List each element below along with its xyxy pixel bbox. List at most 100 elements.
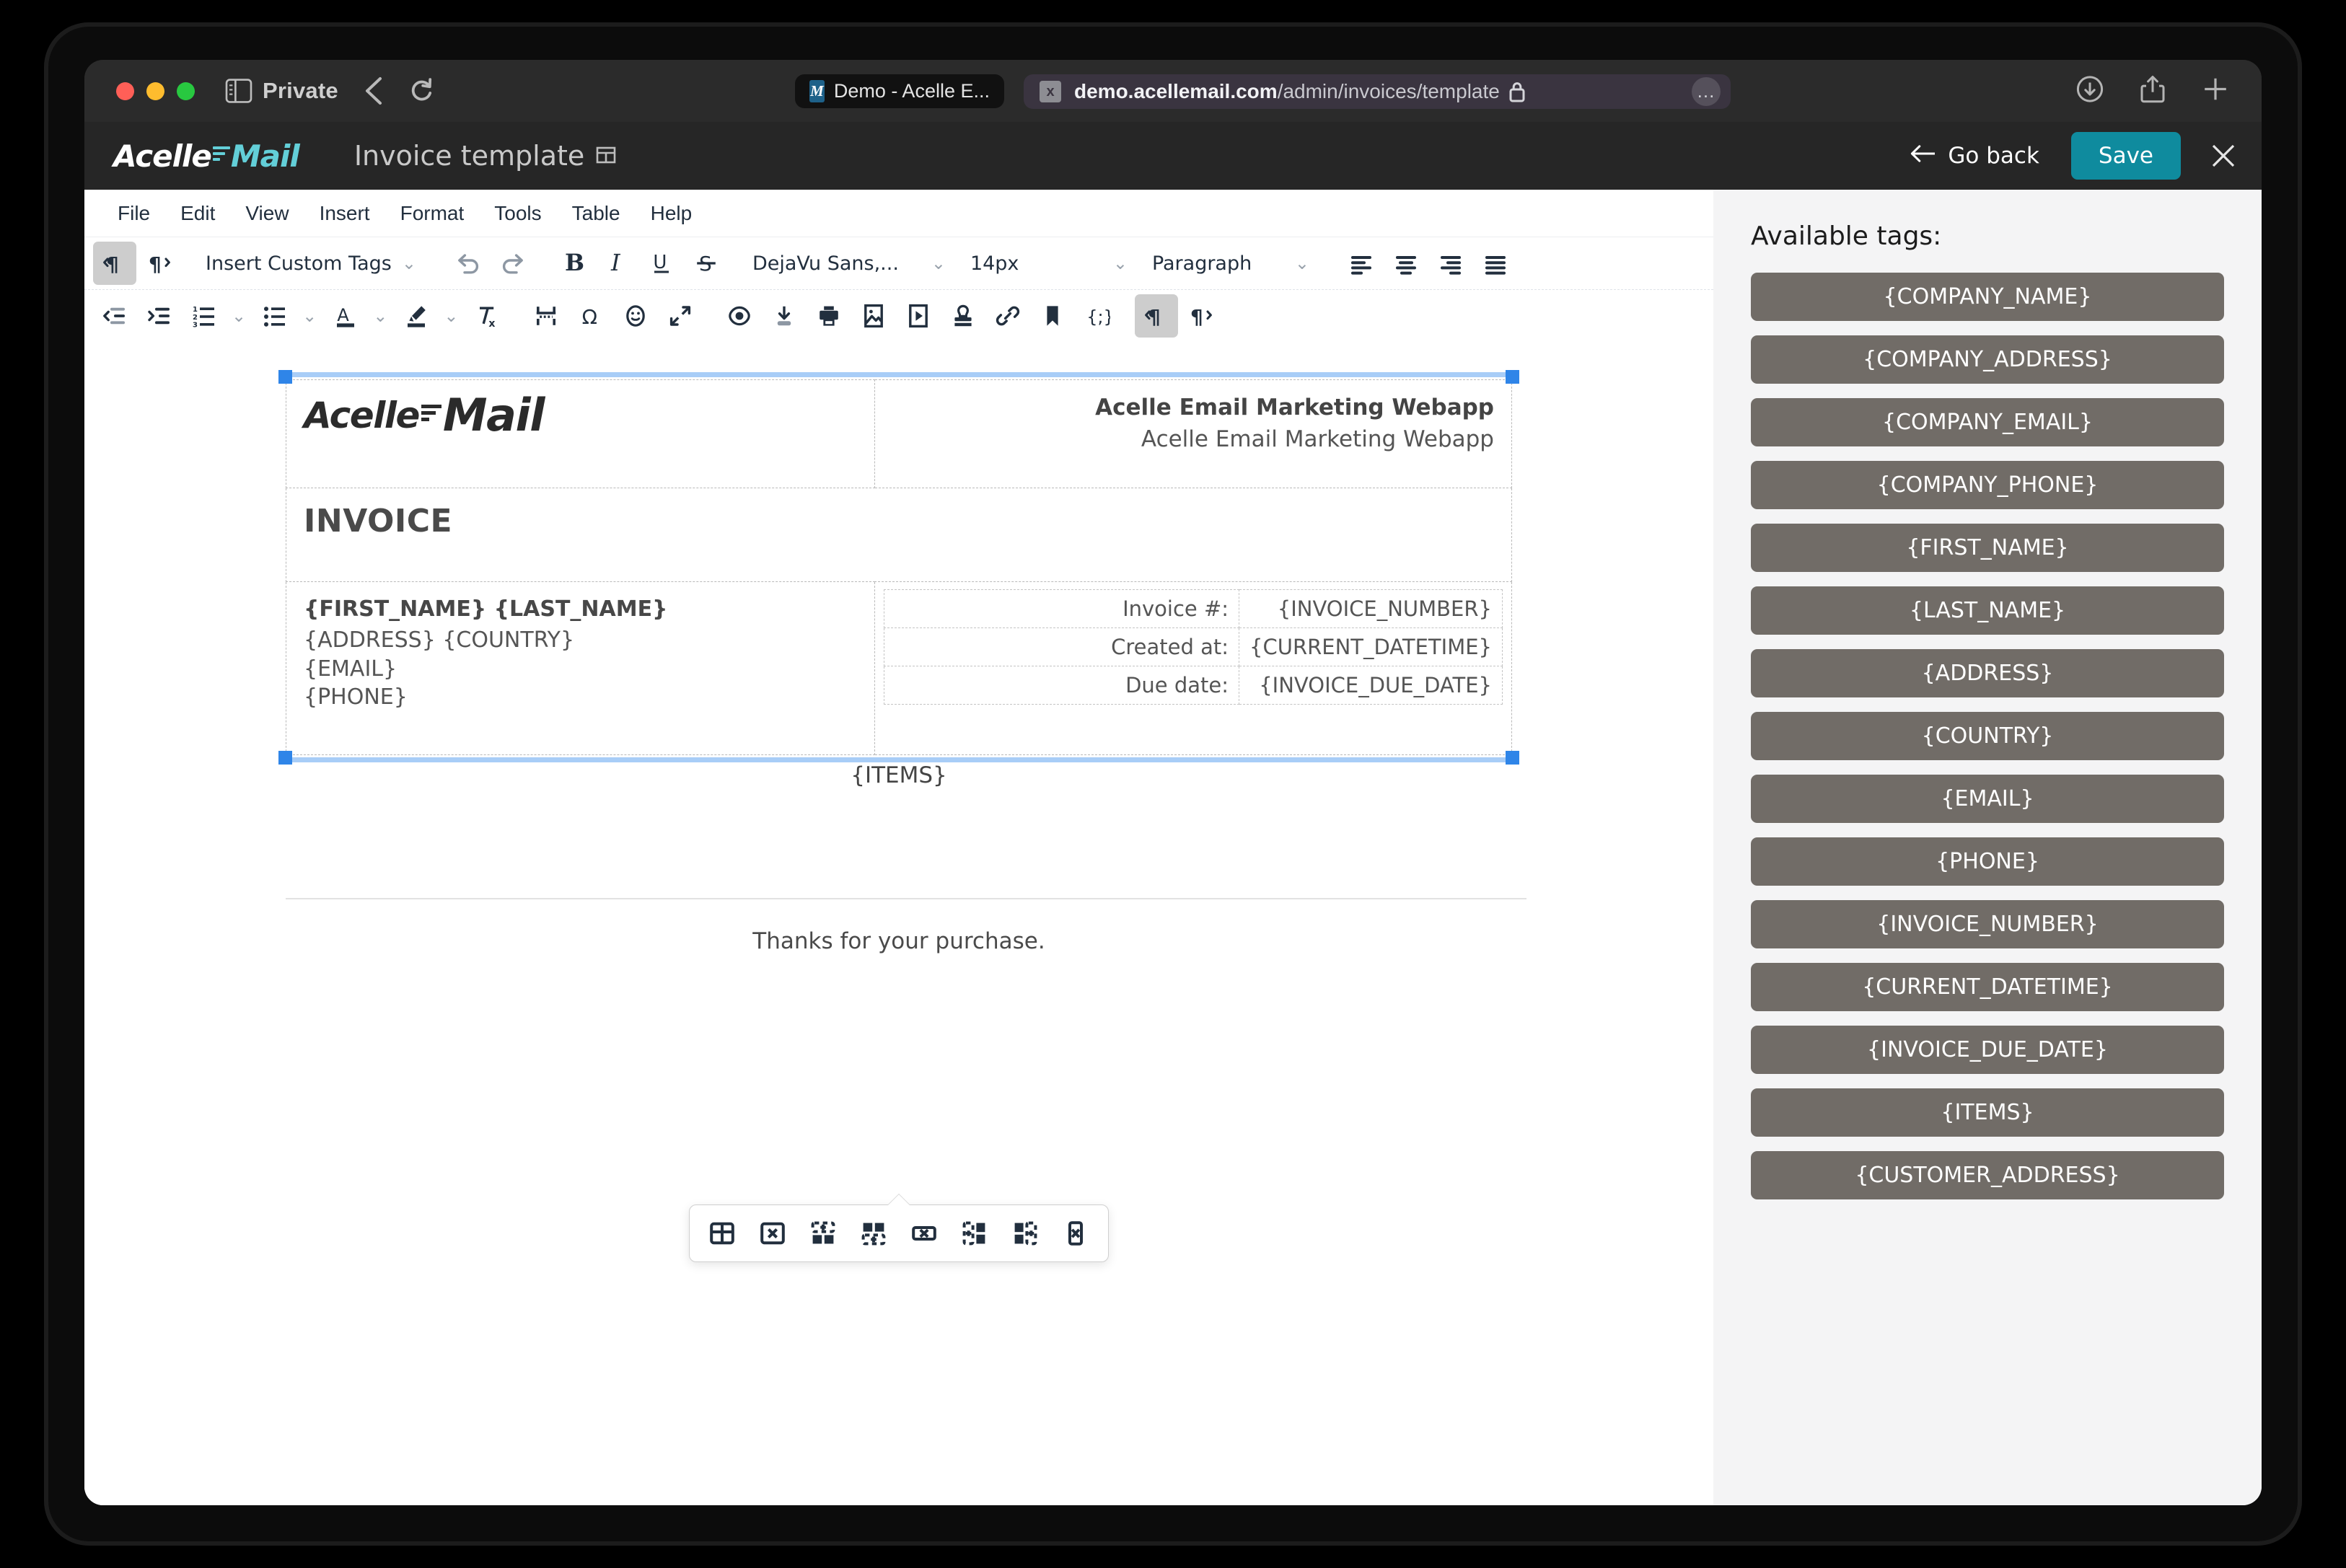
tag-items[interactable]: {ITEMS} — [1751, 1088, 2224, 1137]
highlight-color-icon[interactable] — [395, 294, 438, 338]
bullet-list-split[interactable]: ⌄ — [253, 294, 322, 338]
logo-cell[interactable]: Acelle Mail — [286, 379, 875, 488]
outdent-icon[interactable] — [93, 294, 136, 338]
insert-row-before-icon[interactable] — [801, 1212, 845, 1254]
go-back-button[interactable]: Go back — [1910, 143, 2039, 169]
tag-country[interactable]: {COUNTRY} — [1751, 712, 2224, 760]
tag-company-name[interactable]: {COMPANY_NAME} — [1751, 273, 2224, 321]
block-format-dropdown[interactable]: Paragraph ⌄ — [1143, 242, 1324, 285]
page-menu-icon[interactable]: … — [1692, 77, 1721, 106]
browser-tab[interactable]: M Demo - Acelle E... — [795, 74, 1004, 108]
undo-icon[interactable] — [447, 242, 490, 285]
window-controls[interactable] — [116, 82, 195, 100]
text-color-icon[interactable]: A — [324, 294, 367, 338]
clear-formatting-icon[interactable]: x — [465, 294, 509, 338]
font-family-dropdown[interactable]: DejaVu Sans,... ⌄ — [744, 242, 960, 285]
font-size-dropdown[interactable]: 14px ⌄ — [962, 242, 1142, 285]
save-download-icon[interactable] — [763, 294, 806, 338]
tag-invoice-number[interactable]: {INVOICE_NUMBER} — [1751, 900, 2224, 948]
menu-edit[interactable]: Edit — [166, 196, 229, 231]
menu-insert[interactable]: Insert — [305, 196, 385, 231]
menu-format[interactable]: Format — [386, 196, 479, 231]
chevron-down-icon[interactable]: ⌄ — [438, 306, 464, 327]
close-window-button[interactable] — [116, 82, 134, 100]
rtl-paragraph-icon[interactable]: ¶ — [138, 242, 181, 285]
ltr-paragraph-icon[interactable]: ¶ — [1135, 294, 1179, 338]
menu-tools[interactable]: Tools — [480, 196, 555, 231]
close-editor-icon[interactable] — [2210, 142, 2237, 169]
tag-phone[interactable]: {PHONE} — [1751, 837, 2224, 886]
insert-custom-tags-dropdown[interactable]: Insert Custom Tags ⌄ — [197, 242, 431, 285]
emoji-icon[interactable] — [614, 294, 657, 338]
download-icon[interactable] — [2075, 75, 2104, 107]
delete-table-icon[interactable] — [750, 1212, 795, 1254]
maximize-window-button[interactable] — [177, 82, 195, 100]
menu-view[interactable]: View — [231, 196, 303, 231]
tag-company-email[interactable]: {COMPANY_EMAIL} — [1751, 398, 2224, 446]
chevron-down-icon[interactable]: ⌄ — [296, 306, 322, 327]
source-code-icon[interactable]: {;} — [1076, 294, 1119, 338]
insert-image-icon[interactable] — [852, 294, 895, 338]
address-bar[interactable]: x demo.acellemail.com/admin/invoices/tem… — [1024, 74, 1731, 109]
align-left-icon[interactable] — [1340, 242, 1383, 285]
bold-button[interactable]: B — [550, 242, 594, 285]
resize-handle-bottom-left[interactable] — [278, 751, 292, 765]
share-icon[interactable] — [2139, 74, 2166, 108]
items-placeholder[interactable]: {ITEMS} — [286, 755, 1512, 788]
template-stamp-icon[interactable] — [941, 294, 985, 338]
resize-handle-top-left[interactable] — [278, 370, 292, 384]
delete-column-icon[interactable] — [1053, 1212, 1098, 1254]
tag-customer-address[interactable]: {CUSTOMER_ADDRESS} — [1751, 1151, 2224, 1199]
numbered-list-icon[interactable]: 123 — [183, 294, 226, 338]
horizontal-rule-icon[interactable] — [524, 294, 568, 338]
delete-row-icon[interactable] — [902, 1212, 946, 1254]
back-icon[interactable] — [364, 76, 383, 106]
tag-email[interactable]: {EMAIL} — [1751, 775, 2224, 823]
text-color-split[interactable]: A ⌄ — [324, 294, 393, 338]
menu-file[interactable]: File — [103, 196, 164, 231]
save-button[interactable]: Save — [2070, 132, 2181, 180]
new-tab-icon[interactable] — [2201, 75, 2230, 107]
chevron-down-icon[interactable]: ⌄ — [226, 306, 252, 327]
chevron-down-icon[interactable]: ⌄ — [367, 306, 393, 327]
underline-button[interactable]: U — [640, 242, 683, 285]
rtl-paragraph-icon[interactable]: ¶ — [1179, 294, 1223, 338]
fullscreen-icon[interactable] — [659, 294, 702, 338]
indent-icon[interactable] — [138, 294, 181, 338]
invoice-meta-cell[interactable]: Invoice #: {INVOICE_NUMBER} Created at: … — [874, 581, 1513, 755]
special-character-icon[interactable]: Ω — [569, 294, 612, 338]
align-center-icon[interactable] — [1384, 242, 1428, 285]
insert-column-after-icon[interactable] — [1003, 1212, 1047, 1254]
preview-icon[interactable] — [718, 294, 761, 338]
redo-icon[interactable] — [491, 242, 535, 285]
selected-invoice-table[interactable]: Acelle Mail Acelle Email Marketing Webap… — [278, 370, 1519, 765]
menu-help[interactable]: Help — [636, 196, 707, 231]
print-icon[interactable] — [807, 294, 851, 338]
tag-current-datetime[interactable]: {CURRENT_DATETIME} — [1751, 963, 2224, 1011]
company-info-cell[interactable]: Acelle Email Marketing Webapp Acelle Ema… — [874, 379, 1513, 488]
menu-table[interactable]: Table — [558, 196, 635, 231]
resize-handle-top-right[interactable] — [1506, 370, 1519, 384]
tag-first-name[interactable]: {FIRST_NAME} — [1751, 524, 2224, 572]
italic-button[interactable]: I — [595, 242, 638, 285]
ltr-paragraph-icon[interactable]: ¶ — [93, 242, 136, 285]
minimize-window-button[interactable] — [146, 82, 164, 100]
table-properties-icon[interactable] — [700, 1212, 744, 1254]
bullet-list-icon[interactable] — [253, 294, 296, 338]
tag-company-address[interactable]: {COMPANY_ADDRESS} — [1751, 335, 2224, 384]
numbered-list-split[interactable]: 123 ⌄ — [183, 294, 252, 338]
reload-icon[interactable] — [409, 77, 434, 105]
insert-column-before-icon[interactable] — [952, 1212, 997, 1254]
tag-invoice-due-date[interactable]: {INVOICE_DUE_DATE} — [1751, 1026, 2224, 1074]
highlight-color-split[interactable]: ⌄ — [395, 294, 464, 338]
document-canvas[interactable]: Acelle Mail Acelle Email Marketing Webap… — [84, 342, 1713, 1505]
align-right-icon[interactable] — [1429, 242, 1472, 285]
insert-media-icon[interactable] — [897, 294, 940, 338]
insert-row-after-icon[interactable] — [851, 1212, 896, 1254]
resize-handle-bottom-right[interactable] — [1506, 751, 1519, 765]
tag-company-phone[interactable]: {COMPANY_PHONE} — [1751, 461, 2224, 509]
invoice-heading-cell[interactable]: INVOICE — [286, 488, 1512, 582]
anchor-bookmark-icon[interactable] — [1031, 294, 1074, 338]
tag-last-name[interactable]: {LAST_NAME} — [1751, 586, 2224, 635]
sidebar-toggle-icon[interactable] — [225, 79, 252, 103]
